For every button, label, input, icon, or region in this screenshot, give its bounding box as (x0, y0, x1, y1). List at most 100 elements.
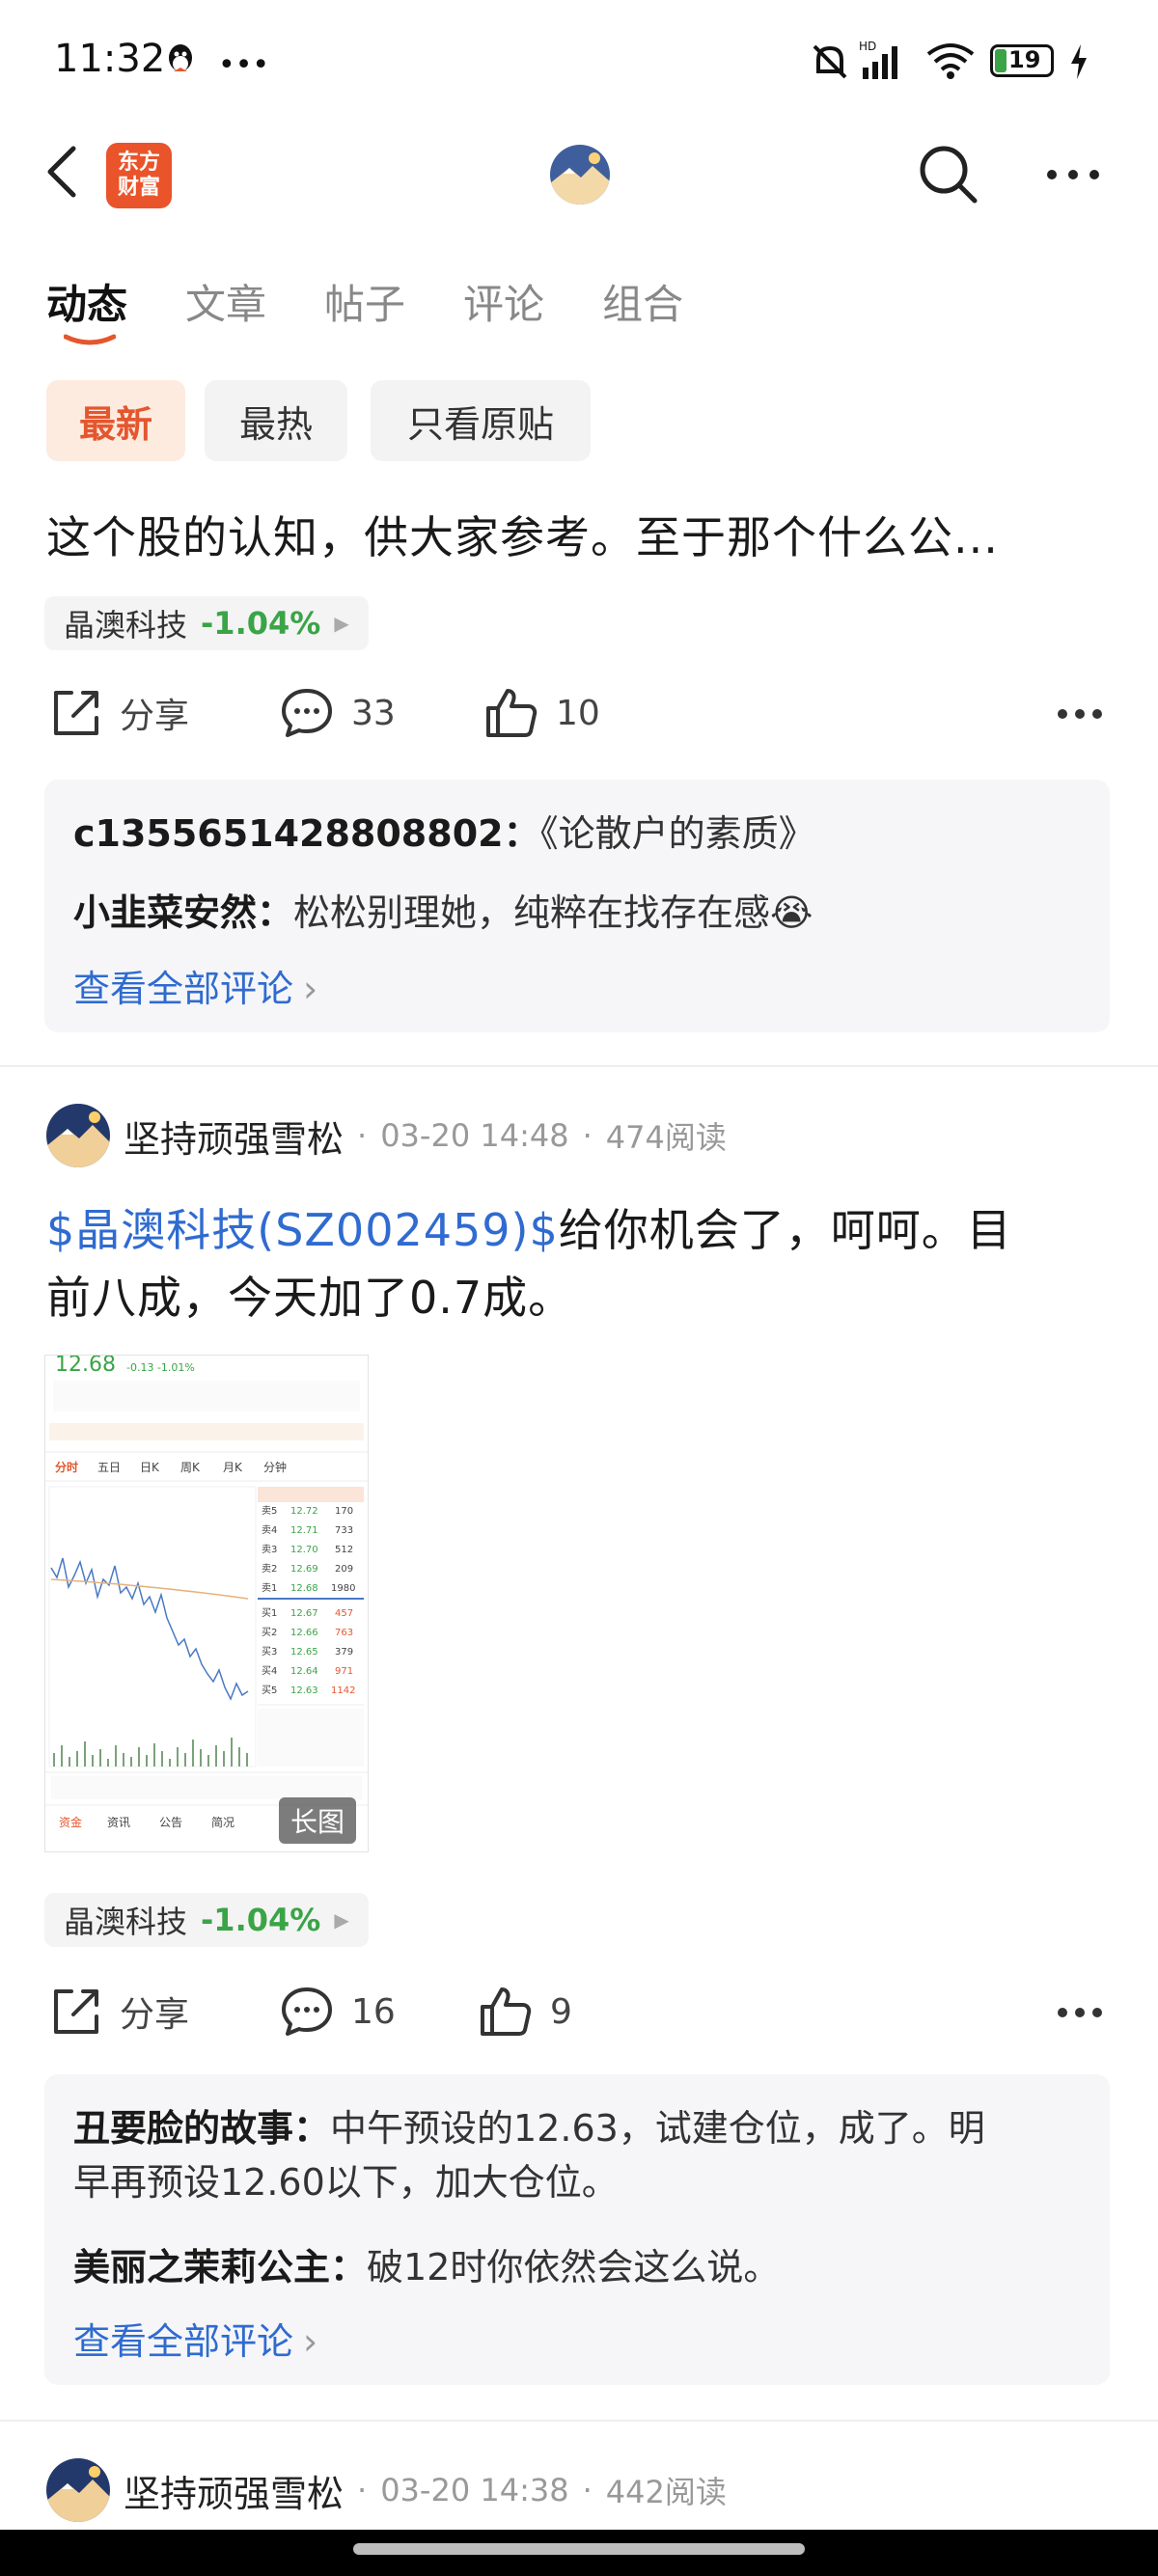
post-date: 03-20 14:38 (380, 2472, 569, 2508)
thumb-tab: 日K (140, 1461, 160, 1474)
more-status-icon: ••• (218, 48, 270, 82)
status-time: 11:32 (54, 37, 166, 81)
thumb-order-price: 12.67 (290, 1608, 318, 1619)
thumb-order-volume: 457 (335, 1608, 353, 1619)
profile-avatar[interactable] (550, 145, 610, 205)
post-3-header: 坚持顽强雪松 · 03-20 14:38 · 442阅读 (46, 2458, 727, 2522)
like-count: 9 (550, 1991, 572, 2032)
tab-dynamic[interactable]: 动态 (46, 272, 127, 331)
stock-change: -1.04% (201, 605, 321, 642)
filter-latest[interactable]: 最新 (46, 380, 185, 461)
comment-item[interactable]: 小韭菜安然：松松别理她，纯粹在找存在感😭 (73, 886, 813, 940)
comment-author[interactable]: 美丽之茉莉公主： (73, 2246, 367, 2288)
comment-author[interactable]: c1355651428808802： (73, 812, 540, 855)
thumb-order-label: 卖1 (262, 1582, 277, 1594)
post-2-stock-tag[interactable]: 晶澳科技 -1.04% ▶ (44, 1893, 369, 1947)
battery-level: 19 (1008, 46, 1041, 73)
thumb-order-label: 买5 (262, 1685, 277, 1696)
chevron-right-icon: › (303, 968, 318, 1010)
stock-mention-link[interactable]: $晶澳科技(SZ002459)$ (46, 1204, 559, 1256)
comment-item[interactable]: 丑要脸的故事：中午预设的12.63，试建仓位，成了。明 早再预设12.60以下，… (73, 2101, 1096, 2209)
author-avatar[interactable] (46, 2458, 110, 2522)
thumb-tab: 五日 (97, 1461, 121, 1474)
thumb-order-label: 买4 (262, 1665, 277, 1677)
tab-comments[interactable]: 评论 (463, 272, 544, 331)
view-all-label: 查看全部评论 (73, 2320, 294, 2363)
meta-dot: · (582, 1117, 593, 1154)
post-2-text[interactable]: $晶澳科技(SZ002459)$给你机会了，呵呵。目 前八成，今天加了0.7成。 (46, 1196, 1117, 1331)
post-2-more-icon[interactable] (1056, 2005, 1104, 2023)
author-name[interactable]: 坚持顽强雪松 (124, 1110, 344, 1163)
post-2-header: 坚持顽强雪松 · 03-20 14:48 · 474阅读 (46, 1104, 727, 1167)
meta-dot: · (582, 2472, 593, 2508)
author-avatar[interactable] (46, 1104, 110, 1167)
tab-articles[interactable]: 文章 (185, 272, 266, 331)
thumb-order-label: 卖4 (262, 1524, 277, 1536)
tab-portfolio[interactable]: 组合 (602, 272, 683, 331)
post-1-more-icon[interactable] (1056, 706, 1104, 725)
comment-text: 中午预设的12.63，试建仓位，成了。明 (330, 2107, 985, 2150)
post-2-like-button[interactable]: 9 (479, 1986, 572, 2038)
thumb-order-price: 12.68 (290, 1583, 318, 1594)
thumb-order-label: 卖5 (262, 1505, 277, 1517)
back-button[interactable] (42, 143, 81, 201)
post-1-stock-tag[interactable]: 晶澳科技 -1.04% ▶ (44, 596, 369, 650)
post-1-share-button[interactable]: 分享 (50, 687, 189, 739)
thumb-bottom-tab: 简况 (211, 1816, 234, 1829)
author-name[interactable]: 坚持顽强雪松 (124, 2464, 344, 2517)
filter-original-only[interactable]: 只看原贴 (371, 380, 591, 461)
long-image-badge: 长图 (279, 1797, 357, 1844)
search-icon[interactable] (917, 143, 979, 205)
post-1-clipped-line (46, 461, 1108, 482)
post-divider (0, 1065, 1158, 1067)
brand-logo-line2: 财富 (117, 176, 160, 200)
post-2-image[interactable]: 12.68 -0.13 -1.01% 分时 五日 日K 周K 月K 分钟 卖5 … (44, 1355, 369, 1852)
comment-text: 松松别理她，纯粹在找存在感😭 (293, 891, 813, 934)
qq-icon (164, 42, 197, 77)
post-2-view-all-comments[interactable]: 查看全部评论 › (73, 2312, 317, 2365)
tag-arrow-icon: ▶ (334, 1908, 349, 1932)
comment-author[interactable]: 丑要脸的故事： (73, 2107, 330, 2150)
thumbs-up-icon (481, 1987, 532, 2036)
tab-posts[interactable]: 帖子 (324, 272, 405, 331)
thumb-order-volume: 379 (335, 1647, 353, 1658)
thumb-bottom-tab: 资讯 (107, 1816, 130, 1829)
post-2-comment-button[interactable]: 16 (280, 1986, 396, 2038)
post-1-view-all-comments[interactable]: 查看全部评论 › (73, 959, 317, 1012)
post-1-comment-box: c1355651428808802：《论散户的素质》 小韭菜安然：松松别理她，纯… (44, 780, 1110, 1032)
thumb-order-volume: 512 (335, 1545, 353, 1555)
read-count: 474阅读 (605, 1119, 727, 1156)
meta-dot: · (357, 1117, 368, 1154)
thumb-order-label: 买1 (262, 1607, 277, 1619)
comment-item[interactable]: c1355651428808802：《论散户的素质》 (73, 807, 815, 861)
comment-author[interactable]: 小韭菜安然： (73, 891, 293, 934)
more-options-icon[interactable] (1042, 160, 1104, 189)
share-label: 分享 (120, 1995, 190, 2035)
brand-logo[interactable]: 东方 财富 (106, 143, 172, 208)
thumb-tab: 周K (180, 1461, 201, 1474)
share-icon (54, 691, 98, 735)
thumb-order-price: 12.69 (290, 1564, 318, 1575)
post-1-comment-button[interactable]: 33 (280, 687, 396, 739)
thumb-order-volume: 1142 (331, 1685, 355, 1696)
thumb-order-price: 12.72 (290, 1506, 318, 1517)
post-1-text[interactable]: 这个股的认知，供大家参考。至于那个什么公... (46, 504, 1117, 571)
like-count: 10 (556, 693, 600, 733)
charging-icon (1069, 44, 1089, 83)
tag-arrow-icon: ▶ (334, 612, 349, 635)
comment-icon (282, 689, 332, 737)
read-count: 442阅读 (605, 2474, 727, 2510)
chevron-right-icon: › (303, 2320, 318, 2363)
comment-item[interactable]: 美丽之茉莉公主：破12时你依然会这么说。 (73, 2240, 780, 2294)
stock-name: 晶澳科技 (64, 1904, 188, 1940)
post-date: 03-20 14:48 (380, 1117, 569, 1154)
filter-hottest[interactable]: 最热 (205, 380, 347, 461)
post-2-share-button[interactable]: 分享 (50, 1986, 189, 2038)
post-1-like-button[interactable]: 10 (484, 687, 600, 739)
home-indicator[interactable] (353, 2543, 805, 2555)
share-label: 分享 (120, 697, 190, 736)
wifi-icon (924, 41, 977, 85)
thumb-order-volume: 733 (335, 1525, 353, 1536)
comment-text: 《论散户的素质》 (539, 812, 815, 855)
stock-name: 晶澳科技 (64, 607, 188, 644)
